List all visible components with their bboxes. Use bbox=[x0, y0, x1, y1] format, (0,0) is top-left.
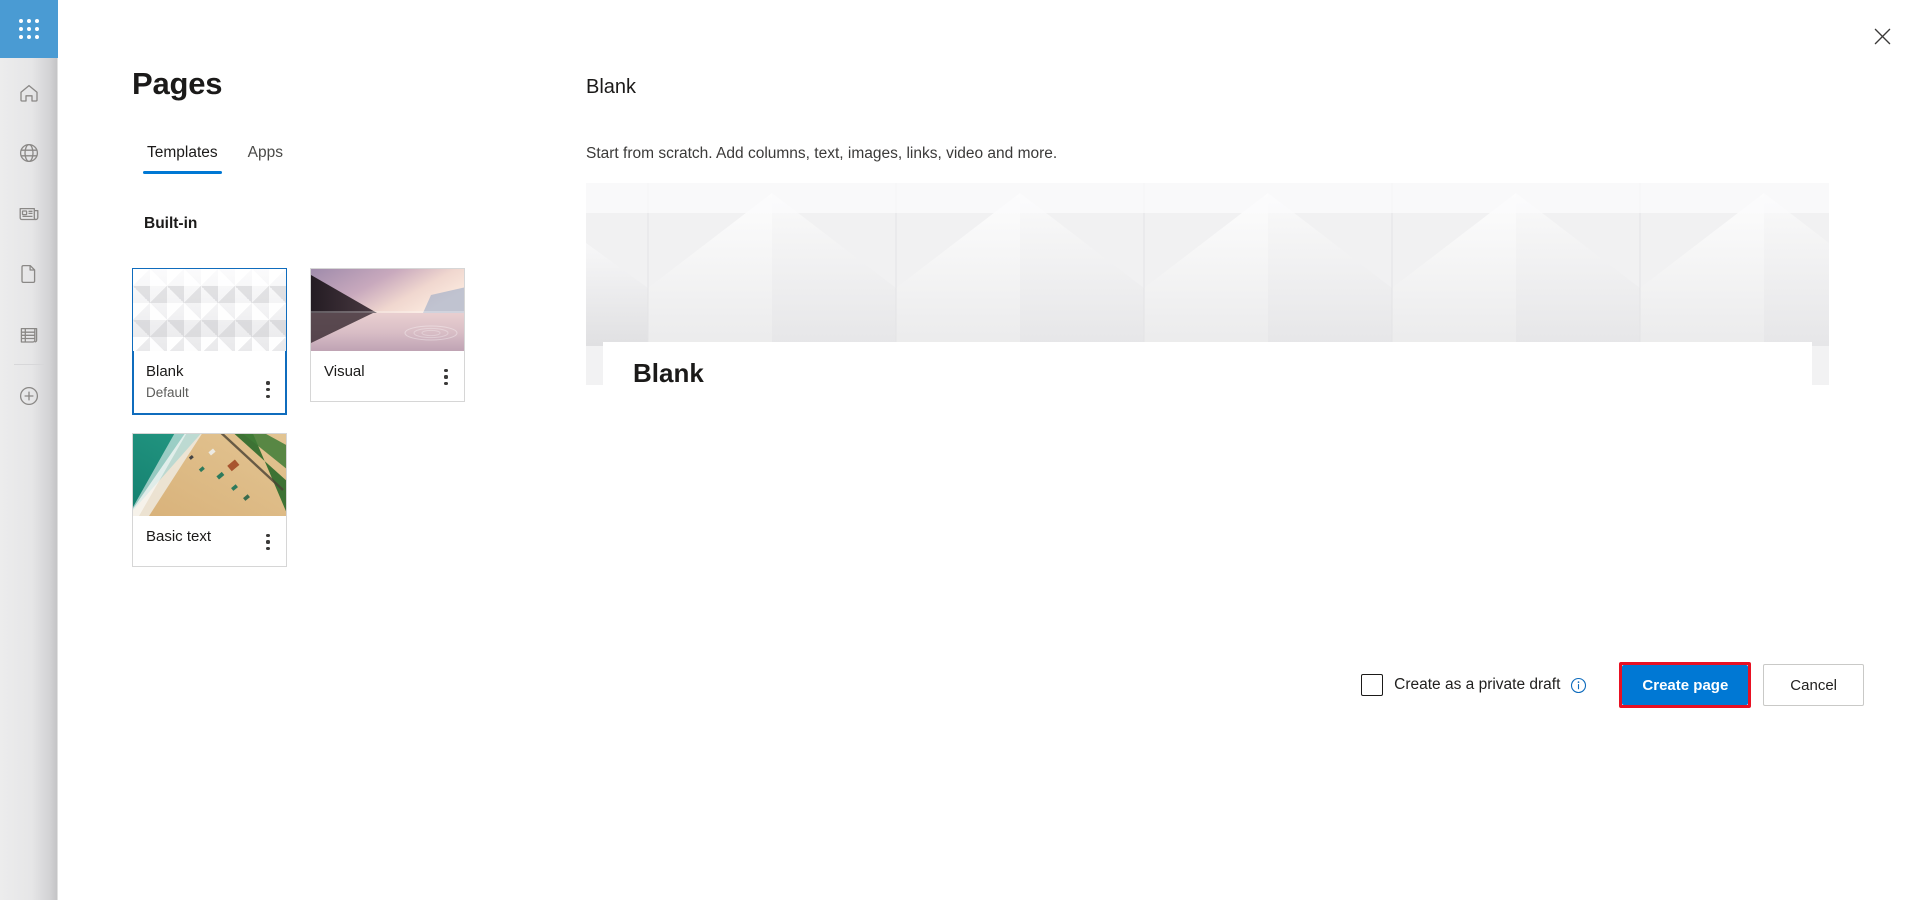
more-options-icon[interactable] bbox=[434, 363, 458, 391]
app-launcher-button[interactable] bbox=[0, 0, 58, 58]
rail-item-lists[interactable] bbox=[0, 306, 58, 364]
dialog-footer-actions: Create as a private draft Create page Ca… bbox=[1361, 662, 1864, 708]
template-name: Blank bbox=[146, 363, 184, 380]
template-thumbnail-blank bbox=[133, 269, 286, 351]
cancel-button[interactable]: Cancel bbox=[1763, 664, 1864, 706]
tab-list: Templates Apps bbox=[132, 138, 298, 174]
section-heading-built-in: Built-in bbox=[144, 215, 198, 232]
left-app-rail bbox=[0, 0, 58, 900]
detail-title: Blank bbox=[586, 76, 637, 98]
rail-item-home[interactable] bbox=[0, 64, 58, 122]
rail-item-documents[interactable] bbox=[0, 245, 58, 303]
list-icon bbox=[17, 323, 41, 347]
template-card-blank[interactable]: Blank Default bbox=[132, 268, 287, 415]
preview-card-title: Blank bbox=[633, 358, 704, 385]
create-page-highlight: Create page bbox=[1619, 662, 1752, 708]
template-detail-pane: Blank Start from scratch. Add columns, t… bbox=[586, 0, 1919, 900]
more-options-icon[interactable] bbox=[256, 376, 280, 404]
waffle-icon bbox=[19, 19, 39, 39]
detail-description: Start from scratch. Add columns, text, i… bbox=[586, 145, 1058, 162]
document-icon bbox=[17, 262, 41, 286]
page-templates-dialog: Pages Templates Apps Built-in Blank Defa… bbox=[0, 0, 1919, 900]
template-meta-basic-text: Basic text bbox=[133, 516, 286, 566]
home-icon bbox=[17, 81, 41, 105]
tab-apps[interactable]: Apps bbox=[233, 138, 298, 174]
private-draft-label: Create as a private draft bbox=[1394, 676, 1561, 693]
info-icon[interactable] bbox=[1570, 677, 1587, 694]
template-preview: Blank bbox=[586, 183, 1829, 385]
rail-divider bbox=[14, 364, 44, 365]
more-options-icon[interactable] bbox=[256, 528, 280, 556]
template-thumbnail-basic-text bbox=[133, 434, 286, 516]
aerial-beach-icon bbox=[133, 434, 286, 516]
template-meta-blank: Blank Default bbox=[133, 351, 286, 414]
template-subtitle: Default bbox=[146, 384, 189, 400]
template-card-visual[interactable]: Visual bbox=[310, 268, 465, 402]
template-name: Basic text bbox=[146, 528, 212, 545]
create-page-button[interactable]: Create page bbox=[1622, 665, 1749, 705]
template-card-basic-text[interactable]: Basic text bbox=[132, 433, 287, 567]
rail-item-create[interactable] bbox=[0, 367, 58, 425]
private-draft-group: Create as a private draft bbox=[1361, 674, 1587, 696]
rail-item-news[interactable] bbox=[0, 184, 58, 242]
preview-banner-image bbox=[586, 183, 1829, 346]
templates-pane: Pages Templates Apps Built-in Blank Defa… bbox=[132, 0, 552, 900]
sunset-lake-icon bbox=[311, 269, 464, 351]
private-draft-checkbox[interactable] bbox=[1361, 674, 1384, 696]
cubes-pattern-icon bbox=[133, 269, 286, 351]
news-icon bbox=[17, 201, 41, 225]
page-title: Pages bbox=[132, 66, 223, 101]
template-thumbnail-visual bbox=[311, 269, 464, 351]
template-name: Visual bbox=[324, 363, 365, 380]
tab-templates[interactable]: Templates bbox=[132, 138, 233, 174]
preview-content-card: Blank bbox=[603, 342, 1812, 385]
rail-item-web[interactable] bbox=[0, 124, 58, 182]
plus-circle-icon bbox=[17, 384, 41, 408]
template-meta-visual: Visual bbox=[311, 351, 464, 401]
globe-icon bbox=[17, 141, 41, 165]
